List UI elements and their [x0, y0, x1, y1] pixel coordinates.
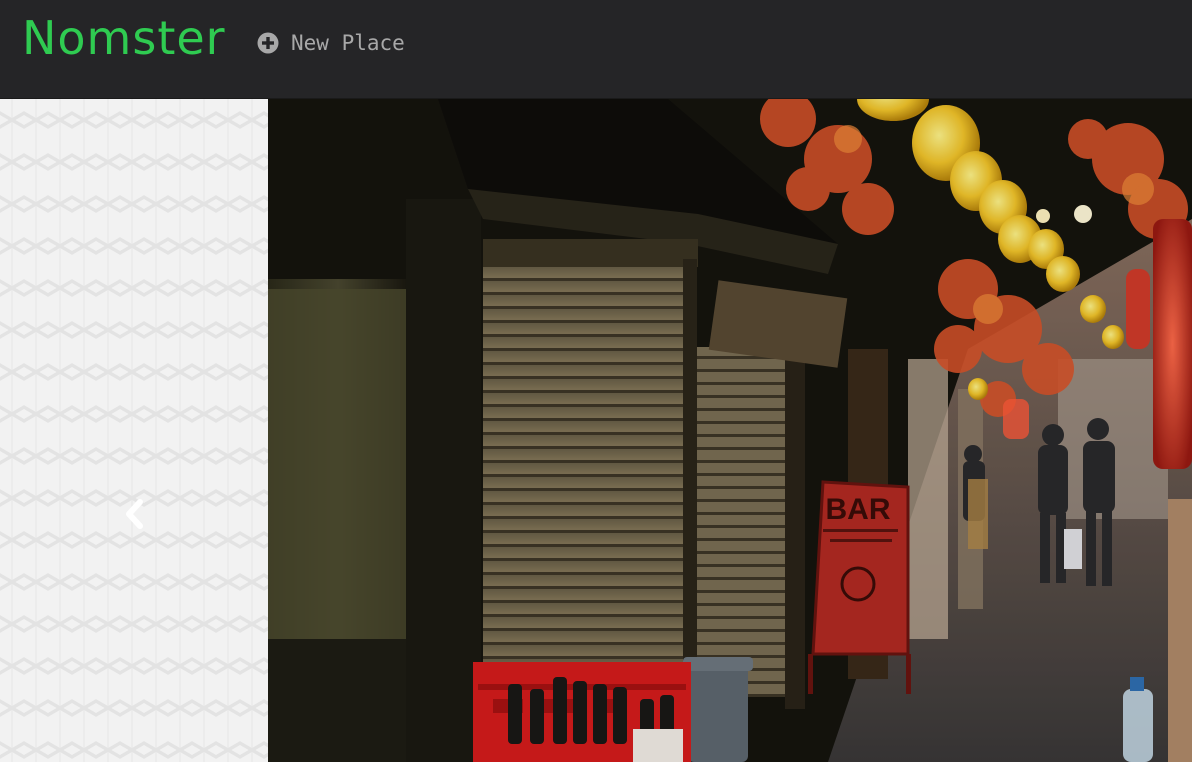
new-place-label: New Place — [291, 31, 405, 55]
alley-bar-photo: BAR — [268, 99, 1192, 762]
plus-circle-icon — [257, 32, 279, 54]
brand-logo-link[interactable]: Nomster — [22, 8, 226, 68]
carousel-left-panel — [0, 99, 268, 762]
chevron-left-icon — [126, 499, 143, 529]
top-navbar: Nomster New Place — [0, 0, 1192, 99]
new-place-link[interactable]: New Place — [257, 28, 405, 58]
carousel-prev-button[interactable] — [112, 492, 156, 536]
